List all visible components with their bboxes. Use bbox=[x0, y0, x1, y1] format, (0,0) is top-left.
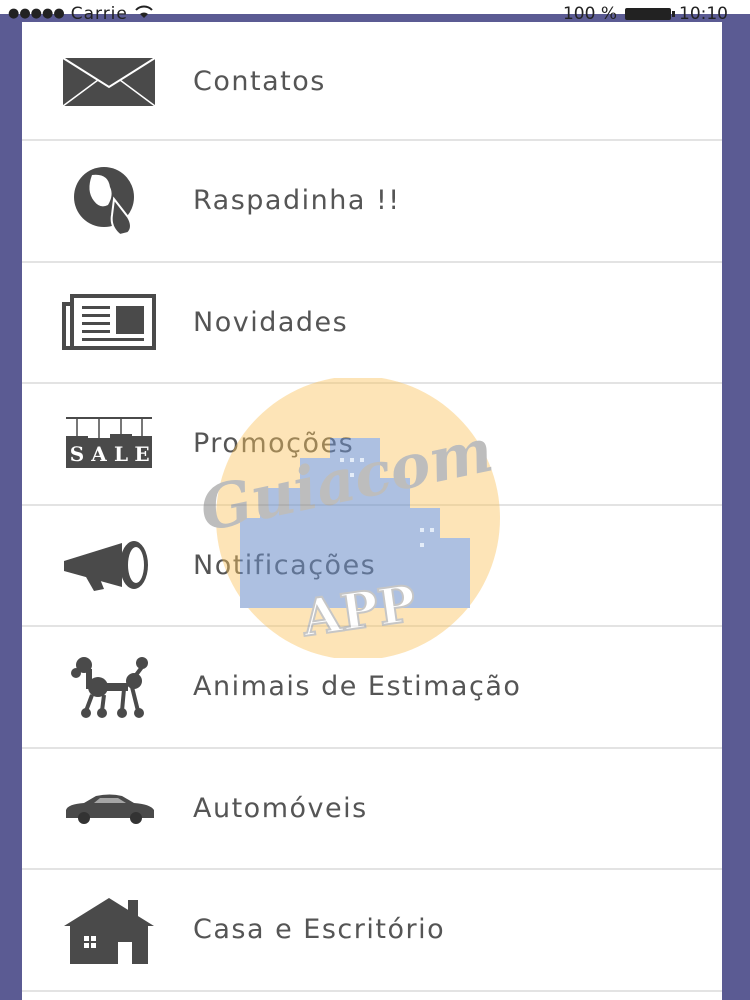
menu-item-notificacoes[interactable]: Notificações bbox=[22, 506, 722, 627]
menu-list: Contatos Raspadinha !! Novidades S A L E… bbox=[22, 22, 722, 992]
carrier-name: Carrie bbox=[70, 4, 128, 24]
menu-item-automoveis[interactable]: Automóveis bbox=[22, 749, 722, 870]
side-menu-panel: Contatos Raspadinha !! Novidades S A L E… bbox=[22, 22, 722, 1000]
signal-strength-icon: ●●●●● bbox=[8, 6, 65, 21]
menu-item-novidades[interactable]: Novidades bbox=[22, 263, 722, 384]
menu-item-promocoes[interactable]: S A L E Promoções bbox=[22, 384, 722, 506]
sale-tags-icon: S A L E bbox=[62, 408, 156, 480]
battery-percent: 100 % bbox=[562, 4, 617, 24]
menu-item-label: Contatos bbox=[193, 66, 326, 97]
svg-text:E: E bbox=[134, 442, 149, 466]
house-icon bbox=[62, 894, 156, 966]
menu-item-label: Promoções bbox=[193, 428, 355, 460]
menu-item-label: Raspadinha !! bbox=[193, 185, 401, 217]
newspaper-icon bbox=[62, 286, 156, 358]
menu-item-raspadinha[interactable]: Raspadinha !! bbox=[22, 141, 722, 263]
menu-item-casa-escritorio[interactable]: Casa e Escritório bbox=[22, 870, 722, 992]
menu-item-label: Automóveis bbox=[193, 792, 368, 824]
car-icon bbox=[62, 772, 156, 844]
menu-item-label: Notificações bbox=[193, 549, 377, 581]
menu-item-label: Animais de Estimação bbox=[193, 671, 522, 703]
menu-item-contatos[interactable]: Contatos bbox=[22, 22, 722, 141]
status-right: 100 % 10:10 bbox=[563, 4, 728, 24]
wifi-icon bbox=[134, 4, 154, 24]
svg-text:A: A bbox=[90, 442, 107, 466]
menu-item-label: Casa e Escritório bbox=[193, 914, 446, 946]
svg-text:S: S bbox=[70, 442, 84, 466]
battery-icon bbox=[625, 8, 675, 20]
status-bar: ●●●●● Carrie 100 % 10:10 bbox=[0, 0, 750, 24]
poodle-icon bbox=[62, 651, 156, 723]
status-left: ●●●●● Carrie bbox=[8, 4, 154, 24]
svg-text:L: L bbox=[114, 442, 128, 466]
clock: 10:10 bbox=[679, 4, 728, 24]
envelope-icon bbox=[62, 46, 156, 118]
megaphone-icon bbox=[62, 529, 156, 601]
menu-item-label: Novidades bbox=[193, 306, 349, 338]
scratch-card-icon bbox=[62, 165, 156, 237]
menu-item-animais[interactable]: Animais de Estimação bbox=[22, 627, 722, 749]
